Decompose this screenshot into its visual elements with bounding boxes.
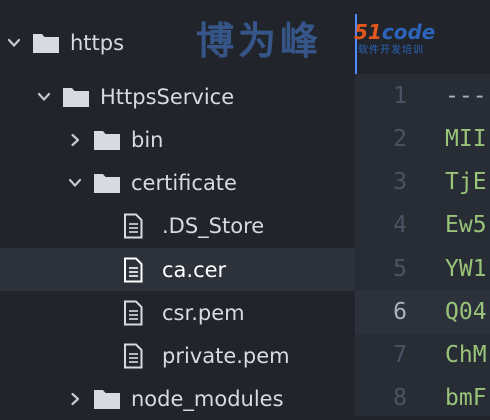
tree-item-label: csr.pem <box>162 300 245 325</box>
line-number: 8 <box>393 385 407 411</box>
line-number: 5 <box>393 256 407 282</box>
folder-icon <box>94 389 120 409</box>
tree-item-bin[interactable]: bin <box>0 118 355 161</box>
editor-line[interactable]: 7 ChM <box>355 334 490 377</box>
tree-item-httpsservice[interactable]: HttpsService <box>0 75 355 118</box>
file-icon <box>124 257 143 282</box>
line-code: MII <box>445 126 487 152</box>
editor-line[interactable]: 8 bmF <box>355 377 490 420</box>
tree-item-label: node_modules <box>131 386 284 411</box>
tree-item-label: certificate <box>131 170 237 195</box>
file-icon <box>124 213 143 238</box>
editor-line[interactable]: 3 TjE <box>355 161 490 204</box>
line-number: 2 <box>393 126 407 152</box>
line-number: 3 <box>393 169 407 195</box>
line-number: 7 <box>393 342 407 368</box>
chevron-right-icon[interactable] <box>67 391 83 407</box>
tree-item-label: https <box>70 30 125 55</box>
chevron-down-icon[interactable] <box>67 175 83 191</box>
tree-item-label: HttpsService <box>100 84 235 109</box>
line-code: YW1 <box>445 256 487 282</box>
line-code: bmF <box>445 385 487 411</box>
tree-item-ds-store[interactable]: .DS_Store <box>0 204 355 247</box>
tree-item-label: .DS_Store <box>162 213 265 238</box>
chevron-right-icon[interactable] <box>67 132 83 148</box>
chevron-down-icon[interactable] <box>36 89 52 105</box>
watermark-text: 博为峰 <box>196 19 323 63</box>
folder-icon <box>63 87 89 107</box>
line-code: TjE <box>445 169 487 195</box>
tree-item-label: bin <box>131 127 164 152</box>
line-code: ChM <box>445 342 487 368</box>
watermark-subtitle: 软件开发培训 <box>358 45 424 56</box>
line-code: Ew5 <box>445 212 487 238</box>
line-code: --- <box>445 83 487 109</box>
folder-icon <box>94 173 120 193</box>
tree-item-private-pem[interactable]: private.pem <box>0 334 355 377</box>
code-editor[interactable]: 1 --- 2 MII 3 TjE 4 Ew5 5 YW1 6 Q04 7 Ch… <box>355 0 490 416</box>
line-code: Q04 <box>445 299 487 325</box>
tree-item-certificate[interactable]: certificate <box>0 161 355 204</box>
tree-item-label: ca.cer <box>162 257 227 282</box>
folder-icon <box>94 130 120 150</box>
tree-item-label: private.pem <box>162 343 290 368</box>
line-number: 1 <box>393 83 407 109</box>
line-number: 6 <box>393 299 407 325</box>
line-number: 4 <box>393 212 407 238</box>
chevron-down-icon[interactable] <box>6 35 22 51</box>
editor-line[interactable]: 2 MII <box>355 118 490 161</box>
file-icon <box>124 300 143 325</box>
tree-item-csr-pem[interactable]: csr.pem <box>0 291 355 334</box>
tree-item-node-modules[interactable]: node_modules <box>0 377 355 420</box>
editor-line[interactable]: 4 Ew5 <box>355 204 490 247</box>
folder-icon <box>33 33 59 53</box>
editor-line-active[interactable]: 6 Q04 <box>355 291 490 334</box>
editor-line[interactable]: 1 --- <box>355 75 490 118</box>
tree-item-ca-cer[interactable]: ca.cer <box>0 248 355 291</box>
file-icon <box>124 343 143 368</box>
editor-line[interactable]: 5 YW1 <box>355 248 490 291</box>
